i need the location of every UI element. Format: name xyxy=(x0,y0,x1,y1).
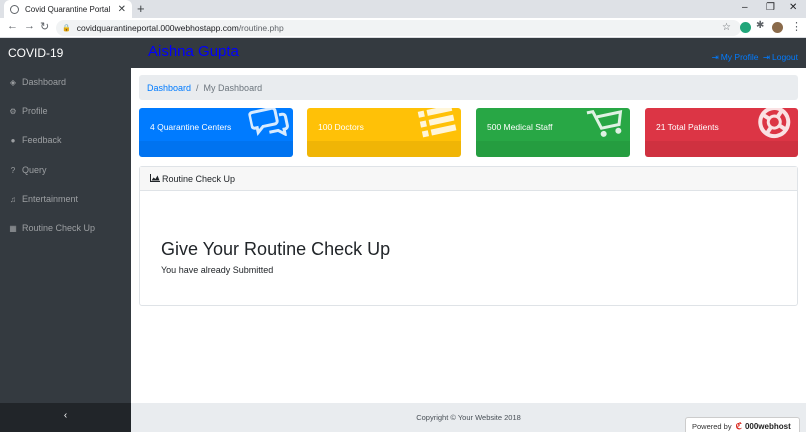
sidebar: ◈ Dashboard ⚙ Profile ● Feedback ? Query ♫ En… xyxy=(0,68,131,403)
calendar-icon: ▦ xyxy=(9,223,17,233)
card-label: 4 Quarantine Centers xyxy=(150,122,232,132)
logout-link[interactable]: Logout xyxy=(772,52,798,62)
address-bar[interactable]: 🔒 covidquarantineportal.000webhostapp.co… xyxy=(56,20,741,36)
extension-icon[interactable] xyxy=(740,22,751,33)
card-doctors[interactable]: 100 Doctors xyxy=(307,108,461,157)
menu-dots-icon[interactable]: ⋮ xyxy=(791,20,802,33)
reload-icon[interactable]: ↻ xyxy=(40,20,49,33)
sidebar-item-profile[interactable]: ⚙ Profile xyxy=(8,104,48,118)
dashboard-icon: ◈ xyxy=(9,77,17,87)
panel-header: Routine Check Up xyxy=(140,167,797,191)
sidebar-toggle-button[interactable]: ‹ xyxy=(0,403,131,432)
new-tab-button[interactable]: + xyxy=(137,1,145,16)
sidebar-item-routine-check-up[interactable]: ▦ Routine Check Up xyxy=(8,221,95,235)
header-links: ⇥ My Profile ⇥ Logout xyxy=(710,52,798,63)
powered-by-badge[interactable]: Powered by ℭ 000webhost xyxy=(685,417,800,432)
card-footer xyxy=(645,141,798,157)
sidebar-item-feedback[interactable]: ● Feedback xyxy=(8,133,62,147)
sidebar-item-label: Entertainment xyxy=(22,194,79,204)
music-icon: ♫ xyxy=(10,194,16,204)
browser-tabstrip: Covid Quarantine Portal ✕ + – ❐ ✕ xyxy=(0,0,806,18)
forward-icon[interactable]: → xyxy=(24,20,35,32)
powered-by-label: Powered by xyxy=(692,421,732,431)
url-path: /routine.php xyxy=(238,23,284,33)
sidebar-item-dashboard[interactable]: ◈ Dashboard xyxy=(8,75,66,89)
tab-title: Covid Quarantine Portal xyxy=(25,4,111,14)
sidebar-item-query[interactable]: ? Query xyxy=(8,163,47,177)
profile-icon: ⚙ xyxy=(9,106,17,116)
avatar[interactable] xyxy=(772,22,783,33)
webhost-logo-icon: ℭ xyxy=(735,420,742,431)
close-window-icon[interactable]: ✕ xyxy=(789,2,797,13)
card-label: 21 Total Patients xyxy=(656,122,719,132)
globe-icon xyxy=(10,4,19,14)
back-icon[interactable]: ← xyxy=(7,20,18,32)
powered-by-brand: 000webhost xyxy=(744,421,791,431)
close-tab-icon[interactable]: ✕ xyxy=(118,4,126,15)
comment-icon: ● xyxy=(10,135,16,145)
breadcrumb: Dashboard / My Dashboard xyxy=(139,75,798,100)
minimize-icon[interactable]: – xyxy=(742,2,748,13)
sidebar-item-entertainment[interactable]: ♫ Entertainment xyxy=(8,192,78,206)
sign-out-icon: ⇥ xyxy=(762,52,770,62)
url-host: covidquarantineportal.000webhostapp.com xyxy=(76,23,239,33)
sidebar-item-label: Profile xyxy=(22,106,48,116)
status-message: You have already Submitted xyxy=(161,265,274,275)
routine-panel: Routine Check Up Give Your Routine Check… xyxy=(139,166,798,306)
maximize-icon[interactable]: ❐ xyxy=(766,2,775,13)
puzzle-icon[interactable]: ✱ xyxy=(756,20,764,31)
card-footer xyxy=(476,141,630,157)
app-header: COVID-19 Aishna Gupta ⇥ My Profile ⇥ Logou… xyxy=(0,38,806,68)
card-footer xyxy=(139,141,293,157)
browser-tab[interactable]: Covid Quarantine Portal ✕ xyxy=(4,0,132,18)
card-label: 100 Doctors xyxy=(318,122,364,132)
chevron-left-icon: ‹ xyxy=(63,410,68,421)
my-profile-link[interactable]: My Profile xyxy=(721,52,759,62)
card-total-patients[interactable]: 21 Total Patients xyxy=(645,108,798,157)
sidebar-item-label: Feedback xyxy=(22,135,62,145)
area-chart-icon xyxy=(150,173,160,184)
breadcrumb-current: My Dashboard xyxy=(203,82,263,93)
breadcrumb-dashboard-link[interactable]: Dashboard xyxy=(147,83,191,93)
page-footer: Copyright © Your Website 2018 Powered by… xyxy=(131,403,806,432)
card-quarantine-centers[interactable]: 4 Quarantine Centers xyxy=(139,108,293,157)
brand-title[interactable]: COVID-19 xyxy=(8,46,63,60)
sidebar-item-label: Routine Check Up xyxy=(22,223,96,233)
sign-in-icon: ⇥ xyxy=(711,52,719,62)
panel-header-title: Routine Check Up xyxy=(162,173,236,184)
bookmark-star-icon[interactable]: ☆ xyxy=(722,22,731,33)
card-footer xyxy=(307,141,461,157)
breadcrumb-separator: / xyxy=(196,82,199,93)
lock-icon: 🔒 xyxy=(62,25,71,32)
sidebar-item-label: Query xyxy=(22,165,47,175)
browser-toolbar: ← → ↻ 🔒 covidquarantineportal.000webhost… xyxy=(0,18,806,38)
username: Aishna Gupta xyxy=(148,43,239,60)
question-icon: ? xyxy=(10,165,16,175)
card-medical-staff[interactable]: 500 Medical Staff xyxy=(476,108,630,157)
sidebar-item-label: Dashboard xyxy=(22,77,67,87)
card-label: 500 Medical Staff xyxy=(487,122,553,132)
page-title: Give Your Routine Check Up xyxy=(161,239,391,259)
